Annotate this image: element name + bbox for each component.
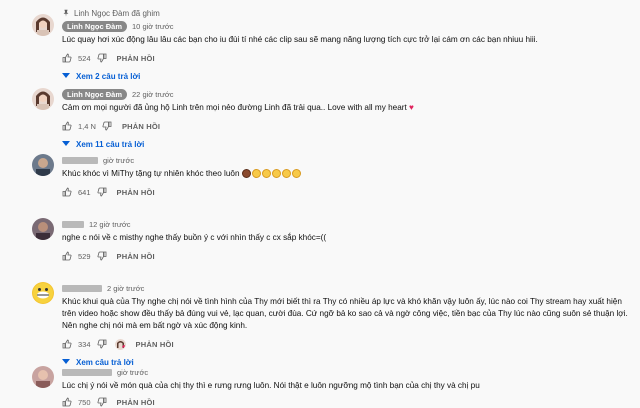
author-name-redacted[interactable]	[62, 220, 84, 228]
reply-button[interactable]: PHẢN HỒI	[117, 188, 155, 197]
dislike-icon[interactable]	[97, 339, 107, 349]
dislike-icon[interactable]	[97, 53, 107, 63]
author-name-redacted[interactable]	[62, 156, 98, 164]
emoji-group	[241, 169, 301, 179]
author-name[interactable]: Linh Ngọc Đàm	[62, 20, 128, 32]
comment-text: Lúc chị ý nói về món quà của chị thy thì…	[62, 381, 480, 390]
dislike-icon[interactable]	[97, 187, 107, 197]
smiling-emoji-icon	[281, 169, 291, 179]
comment-text: nghe c nói về c misthy nghe thấy buồn ý …	[62, 233, 327, 242]
like-icon[interactable]	[62, 397, 72, 407]
like-count: 641	[78, 187, 91, 197]
caret-down-icon	[62, 141, 70, 146]
reply-button[interactable]: PHẢN HỒI	[117, 398, 155, 407]
avatar[interactable]	[32, 366, 54, 388]
smiling-emoji-icon	[271, 169, 281, 179]
view-replies-label: Xem 11 câu trả lời	[76, 139, 145, 149]
comment-text-row: Khúc khóc vì MiThy tặng tự nhiên khóc th…	[62, 168, 632, 180]
like-icon[interactable]	[62, 121, 72, 131]
comment-timestamp[interactable]: 10 giờ trước	[132, 22, 174, 31]
view-replies-label: Xem 2 câu trả lời	[76, 71, 141, 81]
avatar[interactable]	[32, 154, 54, 176]
dislike-icon[interactable]	[97, 251, 107, 261]
author-name-redacted[interactable]	[62, 368, 112, 376]
dislike-icon[interactable]	[102, 121, 112, 131]
caret-down-icon	[62, 73, 70, 78]
reply-button[interactable]: PHẢN HỒI	[122, 122, 160, 131]
avatar[interactable]	[32, 218, 54, 240]
crying-girl-emoji-icon	[241, 169, 251, 179]
comment-timestamp[interactable]: giờ trước	[103, 156, 134, 165]
like-count: 524	[78, 53, 91, 63]
author-name[interactable]: Linh Ngọc Đàm	[62, 88, 128, 100]
like-icon[interactable]	[62, 53, 72, 63]
like-icon[interactable]	[62, 187, 72, 197]
comment-text: Cảm ơn mọi người đã ủng hộ Linh trên mọi…	[62, 103, 407, 112]
comment-text-row: Cảm ơn mọi người đã ủng hộ Linh trên mọi…	[62, 102, 632, 114]
like-icon[interactable]	[62, 251, 72, 261]
heart-emoji-icon: ♥	[409, 103, 414, 112]
like-count: 750	[78, 397, 91, 407]
author-name-redacted[interactable]	[62, 284, 102, 292]
comment-timestamp[interactable]: 12 giờ trước	[89, 220, 131, 229]
like-count: 1,4 N	[78, 121, 96, 131]
like-count: 529	[78, 251, 91, 261]
view-replies-button[interactable]: Xem 11 câu trả lời	[62, 138, 632, 150]
comment-text: Khúc khóc vì MiThy tặng tự nhiên khóc th…	[62, 169, 240, 178]
pinned-label: Linh Ngọc Đàm đã ghim	[74, 8, 160, 18]
avatar[interactable]	[32, 88, 54, 110]
avatar[interactable]	[32, 282, 54, 304]
comment-text: Lúc quay hơi xúc động lâu lâu các bạn ch…	[62, 35, 538, 44]
pin-icon	[63, 9, 69, 17]
creator-heart-icon	[114, 338, 126, 350]
like-count: 334	[78, 339, 91, 349]
comment-text: Khúc khui quà của Thy nghe chị nói về tì…	[62, 297, 628, 330]
smiling-emoji-icon	[251, 169, 261, 179]
reply-button[interactable]: PHẢN HỒI	[136, 340, 174, 349]
like-icon[interactable]	[62, 339, 72, 349]
caret-down-icon	[62, 359, 70, 364]
comment-timestamp[interactable]: 22 giờ trước	[132, 90, 174, 99]
pinned-indicator: Linh Ngọc Đàm đã ghim	[62, 8, 632, 18]
dislike-icon[interactable]	[97, 397, 107, 407]
reply-button[interactable]: PHẢN HỒI	[117, 252, 155, 261]
comment-timestamp[interactable]: giờ trước	[117, 368, 148, 377]
smiling-emoji-icon	[291, 169, 301, 179]
view-replies-button[interactable]: Xem 2 câu trả lời	[62, 70, 632, 82]
avatar[interactable]	[32, 14, 54, 36]
comment-timestamp[interactable]: 2 giờ trước	[107, 284, 144, 293]
smiling-emoji-icon	[261, 169, 271, 179]
reply-button[interactable]: PHẢN HỒI	[117, 54, 155, 63]
